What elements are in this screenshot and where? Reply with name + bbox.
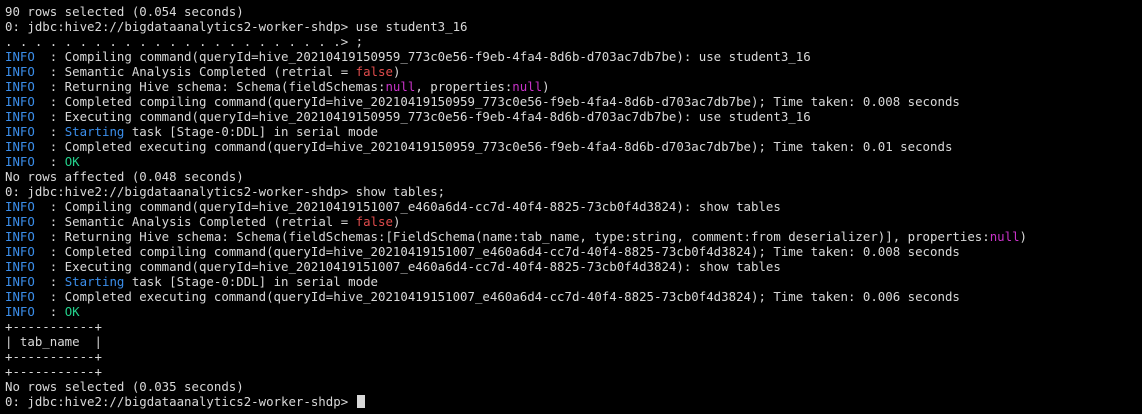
terminal-token-info: INFO xyxy=(5,154,35,169)
terminal-text: : Completed compiling command(queryId=hi… xyxy=(34,244,960,259)
terminal-line: INFO : Semantic Analysis Completed (retr… xyxy=(5,64,1142,79)
terminal-token-info: INFO xyxy=(5,199,35,214)
terminal-token-mag: null xyxy=(512,79,543,94)
terminal-text: : Completed executing command(queryId=hi… xyxy=(34,289,960,304)
terminal-line: | tab_name | xyxy=(5,334,1142,349)
terminal-text: No rows affected (0.048 seconds) xyxy=(5,169,244,184)
terminal-text: ) xyxy=(392,64,401,79)
terminal-line: INFO : Returning Hive schema: Schema(fie… xyxy=(5,229,1142,244)
terminal-line: INFO : Compiling command(queryId=hive_20… xyxy=(5,49,1142,64)
terminal-text: . . . . . . . . . . . . . . . . . . . . … xyxy=(5,34,364,49)
terminal-text: ) xyxy=(542,79,550,94)
terminal-token-info: INFO xyxy=(5,229,35,244)
terminal-line: INFO : Completed compiling command(query… xyxy=(5,94,1142,109)
terminal-text: : Executing command(queryId=hive_2021041… xyxy=(34,259,781,274)
terminal-line: INFO : Executing command(queryId=hive_20… xyxy=(5,109,1142,124)
terminal-text: : Semantic Analysis Completed (retrial = xyxy=(34,64,356,79)
terminal-text: : Semantic Analysis Completed (retrial = xyxy=(34,214,356,229)
terminal-line: INFO : Completed compiling command(query… xyxy=(5,244,1142,259)
terminal-token-info: INFO xyxy=(5,244,35,259)
terminal-token-info: INFO xyxy=(5,274,35,289)
terminal-token-info: INFO xyxy=(5,139,35,154)
terminal-token-info: INFO xyxy=(5,304,35,319)
terminal-token-mag: null xyxy=(989,229,1020,244)
terminal-token-info: INFO xyxy=(5,64,35,79)
terminal-line: No rows affected (0.048 seconds) xyxy=(5,169,1142,184)
terminal-token-info: Starting xyxy=(64,124,125,139)
terminal-line: 0: jdbc:hive2://bigdataanalytics2-worker… xyxy=(5,394,1142,409)
terminal-line: INFO : Completed executing command(query… xyxy=(5,139,1142,154)
terminal-text: : Executing command(queryId=hive_2021041… xyxy=(34,109,811,124)
terminal-line: INFO : Returning Hive schema: Schema(fie… xyxy=(5,79,1142,94)
terminal-output[interactable]: 90 rows selected (0.054 seconds) 0: jdbc:… xyxy=(5,4,1142,409)
terminal-line: +-----------+ xyxy=(5,349,1142,364)
terminal-text: 90 rows selected (0.054 seconds) xyxy=(5,4,244,19)
terminal-text: , properties: xyxy=(415,79,513,94)
terminal-token-red: false xyxy=(355,214,393,229)
terminal-text: : Returning Hive schema: Schema(fieldSch… xyxy=(34,229,990,244)
terminal-text: ) xyxy=(392,214,401,229)
terminal-line: INFO : OK xyxy=(5,154,1142,169)
terminal-line: INFO : Semantic Analysis Completed (retr… xyxy=(5,214,1142,229)
terminal-line: . . . . . . . . . . . . . . . . . . . . … xyxy=(5,34,1142,49)
terminal-line: 0: jdbc:hive2://bigdataanalytics2-worker… xyxy=(5,184,1142,199)
terminal-token-info: INFO xyxy=(5,109,35,124)
terminal-text: : Completed compiling command(queryId=hi… xyxy=(34,94,960,109)
terminal-token-grn: OK xyxy=(64,304,80,319)
terminal-text: : Compiling command(queryId=hive_2021041… xyxy=(34,199,781,214)
terminal-line: 90 rows selected (0.054 seconds) xyxy=(5,4,1142,19)
terminal-token-red: false xyxy=(355,64,393,79)
terminal-token-info: INFO xyxy=(5,259,35,274)
terminal-token-info: INFO xyxy=(5,79,35,94)
terminal-token-info: Starting xyxy=(64,274,125,289)
terminal-token-info: INFO xyxy=(5,289,35,304)
terminal-line: INFO : OK xyxy=(5,304,1142,319)
terminal-text: | tab_name | xyxy=(5,334,102,349)
terminal-text: : Compiling command(queryId=hive_2021041… xyxy=(34,49,811,64)
terminal-line: INFO : Starting task [Stage-0:DDL] in se… xyxy=(5,124,1142,139)
terminal-token-grn: OK xyxy=(64,154,80,169)
terminal-text: +-----------+ xyxy=(5,319,102,334)
terminal-text: ) xyxy=(1019,229,1028,244)
terminal-text: : xyxy=(34,274,65,289)
terminal-text: task [Stage-0:DDL] in serial mode xyxy=(124,124,379,139)
terminal-token-info: INFO xyxy=(5,124,35,139)
terminal-line: INFO : Completed executing command(query… xyxy=(5,289,1142,304)
terminal-token-mag: null xyxy=(385,79,416,94)
text-cursor[interactable] xyxy=(356,395,365,408)
terminal-line: INFO : Starting task [Stage-0:DDL] in se… xyxy=(5,274,1142,289)
terminal-text: No rows selected (0.035 seconds) xyxy=(5,379,244,394)
terminal-text: : xyxy=(34,124,65,139)
terminal-line: +-----------+ xyxy=(5,319,1142,334)
terminal-token-info: INFO xyxy=(5,49,35,64)
terminal-text: 0: jdbc:hive2://bigdataanalytics2-worker… xyxy=(5,184,446,199)
terminal-token-info: INFO xyxy=(5,214,35,229)
terminal-text: : xyxy=(34,304,65,319)
terminal-text: : Completed executing command(queryId=hi… xyxy=(34,139,953,154)
terminal-text: 0: jdbc:hive2://bigdataanalytics2-worker… xyxy=(5,394,356,409)
terminal-line: No rows selected (0.035 seconds) xyxy=(5,379,1142,394)
terminal-text: : Returning Hive schema: Schema(fieldSch… xyxy=(34,79,386,94)
terminal-token-info: INFO xyxy=(5,94,35,109)
terminal-text: +-----------+ xyxy=(5,349,102,364)
terminal-text: 0: jdbc:hive2://bigdataanalytics2-worker… xyxy=(5,19,468,34)
terminal-line: INFO : Compiling command(queryId=hive_20… xyxy=(5,199,1142,214)
terminal-line: 0: jdbc:hive2://bigdataanalytics2-worker… xyxy=(5,19,1142,34)
terminal-text: : xyxy=(34,154,65,169)
terminal-line: INFO : Executing command(queryId=hive_20… xyxy=(5,259,1142,274)
terminal-text: +-----------+ xyxy=(5,364,102,379)
terminal-text: task [Stage-0:DDL] in serial mode xyxy=(124,274,379,289)
terminal-line: +-----------+ xyxy=(5,364,1142,379)
